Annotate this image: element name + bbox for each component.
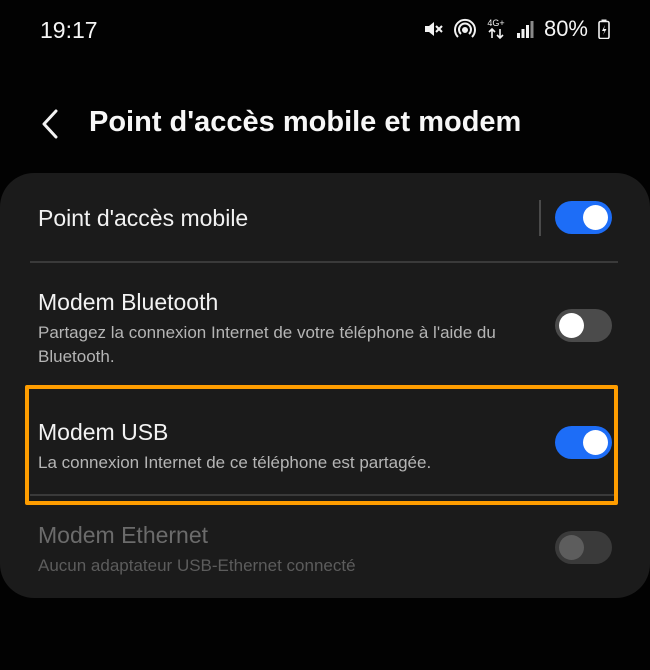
toggle-knob (583, 205, 608, 230)
bluetooth-row[interactable]: Modem Bluetooth Partagez la connexion In… (0, 263, 650, 383)
page-title: Point d'accès mobile et modem (89, 106, 522, 138)
ethernet-toggle (555, 531, 612, 564)
mute-icon (422, 18, 444, 40)
vertical-separator (539, 200, 541, 236)
signal-icon (516, 19, 534, 39)
battery-percent: 80% (543, 16, 588, 41)
usb-toggle[interactable] (555, 426, 612, 459)
settings-card: Point d'accès mobile Modem Bluetooth Par… (0, 173, 650, 598)
hotspot-icon (453, 18, 476, 40)
bluetooth-toggle[interactable] (555, 309, 612, 342)
hotspot-title: Point d'accès mobile (38, 205, 249, 231)
bluetooth-subtitle: Partagez la connexion Internet de votre … (38, 323, 496, 366)
back-button[interactable] (34, 106, 70, 142)
usb-subtitle: La connexion Internet de ce téléphone es… (38, 453, 432, 472)
ethernet-title: Modem Ethernet (38, 522, 209, 548)
network-type-text: 4G+ (487, 18, 504, 28)
hotspot-toggle[interactable] (555, 201, 612, 234)
toggle-knob (559, 535, 584, 560)
chevron-left-icon[interactable] (34, 106, 70, 142)
usb-title: Modem USB (38, 419, 169, 445)
toggle-knob (583, 430, 608, 455)
ethernet-subtitle: Aucun adaptateur USB-Ethernet connecté (38, 556, 356, 575)
hotspot-row[interactable]: Point d'accès mobile (0, 173, 650, 261)
network-4g-icon: 4G+ (486, 17, 506, 41)
ethernet-row: Modem Ethernet Aucun adaptateur USB-Ethe… (0, 496, 650, 596)
toggle-knob (559, 313, 584, 338)
header: Point d'accès mobile et modem (0, 90, 650, 160)
status-bar: 19:17 4G+ 80% (0, 0, 650, 64)
status-icons: 4G+ 80% (422, 16, 610, 42)
bluetooth-title: Modem Bluetooth (38, 289, 219, 315)
status-time: 19:17 (40, 17, 98, 43)
usb-row[interactable]: Modem USB La connexion Internet de ce té… (0, 389, 650, 495)
battery-charging-icon (598, 19, 610, 39)
